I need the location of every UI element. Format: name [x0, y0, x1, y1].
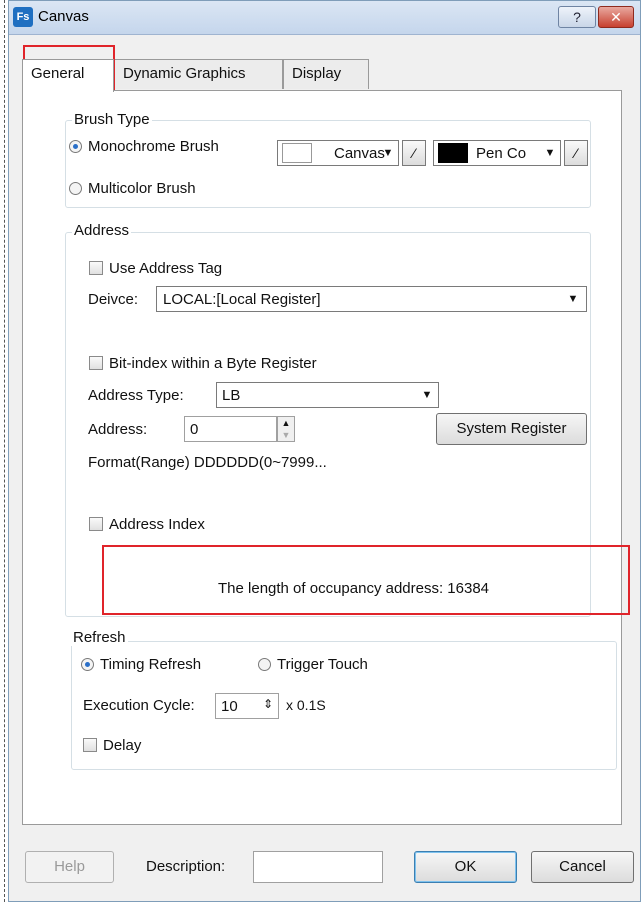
canvas-color-picker-button[interactable]: ⁄ [402, 140, 426, 166]
multicolor-brush-radio[interactable]: Multicolor Brush [69, 180, 196, 197]
stepper-down-icon[interactable]: ▼ [278, 429, 294, 441]
occupancy-address-text: The length of occupancy address: 16384 [218, 580, 490, 597]
address-label: Address: [88, 421, 148, 438]
trigger-touch-radio[interactable]: Trigger Touch [258, 656, 368, 673]
stepper-updown-icon[interactable]: ⇕ [263, 697, 273, 711]
multicolor-brush-label: Multicolor Brush [88, 180, 196, 197]
execution-cycle-value: 10 [221, 698, 238, 715]
description-label: Description: [146, 858, 226, 875]
pen-color-label: Pen Co [476, 145, 527, 162]
chevron-down-icon: ▼ [382, 147, 394, 159]
radio-unselected-icon [258, 658, 271, 671]
title-bar[interactable]: Fs Canvas ? ✕ [9, 1, 640, 35]
brush-type-title: Brush Type [72, 111, 152, 128]
system-register-button[interactable]: System Register [436, 413, 587, 445]
description-input[interactable] [253, 851, 383, 883]
device-select[interactable]: LOCAL:[Local Register] ▼ [156, 286, 587, 312]
tab-panel-general: Brush Type Monochrome Brush Multicolor B… [22, 90, 630, 825]
checkbox-icon [89, 356, 103, 370]
tab-dynamic-graphics[interactable]: Dynamic Graphics [114, 59, 283, 89]
device-value: LOCAL:[Local Register] [163, 291, 321, 308]
checkbox-icon [83, 738, 97, 752]
bit-index-label: Bit-index within a Byte Register [109, 355, 317, 372]
close-button[interactable]: ✕ [598, 6, 634, 28]
chevron-down-icon: ▼ [567, 293, 579, 305]
format-range-text: Format(Range) DDDDDD(0~7999... [88, 454, 327, 471]
eyedropper-icon: ⁄ [574, 145, 578, 161]
address-type-select[interactable]: LB ▼ [216, 382, 439, 408]
timing-refresh-label: Timing Refresh [100, 656, 202, 673]
address-stepper[interactable]: ▲ ▼ [277, 416, 295, 442]
page-edge-dashed-line [4, 0, 5, 902]
address-index-checkbox[interactable]: Address Index [89, 516, 205, 533]
canvas-color-swatch [282, 143, 312, 163]
pen-color-picker-button[interactable]: ⁄ [564, 140, 588, 166]
radio-selected-icon [81, 658, 94, 671]
use-address-tag-label: Use Address Tag [109, 260, 223, 277]
tab-general[interactable]: General [22, 59, 114, 92]
device-label: Deivce: [88, 291, 139, 308]
delay-label: Delay [103, 737, 142, 754]
chevron-down-icon: ▼ [544, 147, 556, 159]
execution-cycle-input[interactable]: 10 ⇕ [215, 693, 279, 719]
radio-unselected-icon [69, 182, 82, 195]
window-title: Canvas [38, 8, 89, 25]
use-address-tag-checkbox[interactable]: Use Address Tag [89, 260, 222, 277]
canvas-color-label: Canvas [334, 145, 385, 162]
trigger-touch-label: Trigger Touch [277, 656, 368, 673]
address-type-value: LB [222, 387, 241, 404]
delay-checkbox[interactable]: Delay [83, 737, 141, 754]
help-button[interactable]: Help [25, 851, 114, 883]
radio-selected-icon [69, 140, 82, 153]
pen-color-select[interactable]: Pen Co ▼ [433, 140, 561, 166]
stepper-up-icon[interactable]: ▲ [278, 417, 294, 429]
monochrome-brush-label: Monochrome Brush [88, 138, 219, 155]
execution-cycle-unit: x 0.1S [286, 697, 326, 713]
eyedropper-icon: ⁄ [412, 145, 416, 161]
chevron-down-icon: ▼ [421, 389, 433, 401]
tab-display[interactable]: Display [283, 59, 369, 89]
address-title: Address [72, 222, 132, 239]
bit-index-checkbox[interactable]: Bit-index within a Byte Register [89, 355, 317, 372]
checkbox-icon [89, 517, 103, 531]
checkbox-icon [89, 261, 103, 275]
address-type-label: Address Type: [88, 387, 184, 404]
ok-button[interactable]: OK [414, 851, 517, 883]
address-input[interactable]: 0 [184, 416, 277, 442]
canvas-color-select[interactable]: Canvas ▼ [277, 140, 399, 166]
address-index-label: Address Index [109, 516, 205, 533]
cancel-button[interactable]: Cancel [531, 851, 634, 883]
canvas-dialog: Fs Canvas ? ✕ General Dynamic Graphics D… [8, 0, 641, 902]
refresh-title: Refresh [71, 629, 128, 646]
app-icon: Fs [13, 7, 33, 27]
timing-refresh-radio[interactable]: Timing Refresh [81, 656, 201, 673]
execution-cycle-label: Execution Cycle: [83, 697, 195, 714]
pen-color-swatch [438, 143, 468, 163]
help-title-button[interactable]: ? [558, 6, 596, 28]
monochrome-brush-radio[interactable]: Monochrome Brush [69, 138, 219, 155]
